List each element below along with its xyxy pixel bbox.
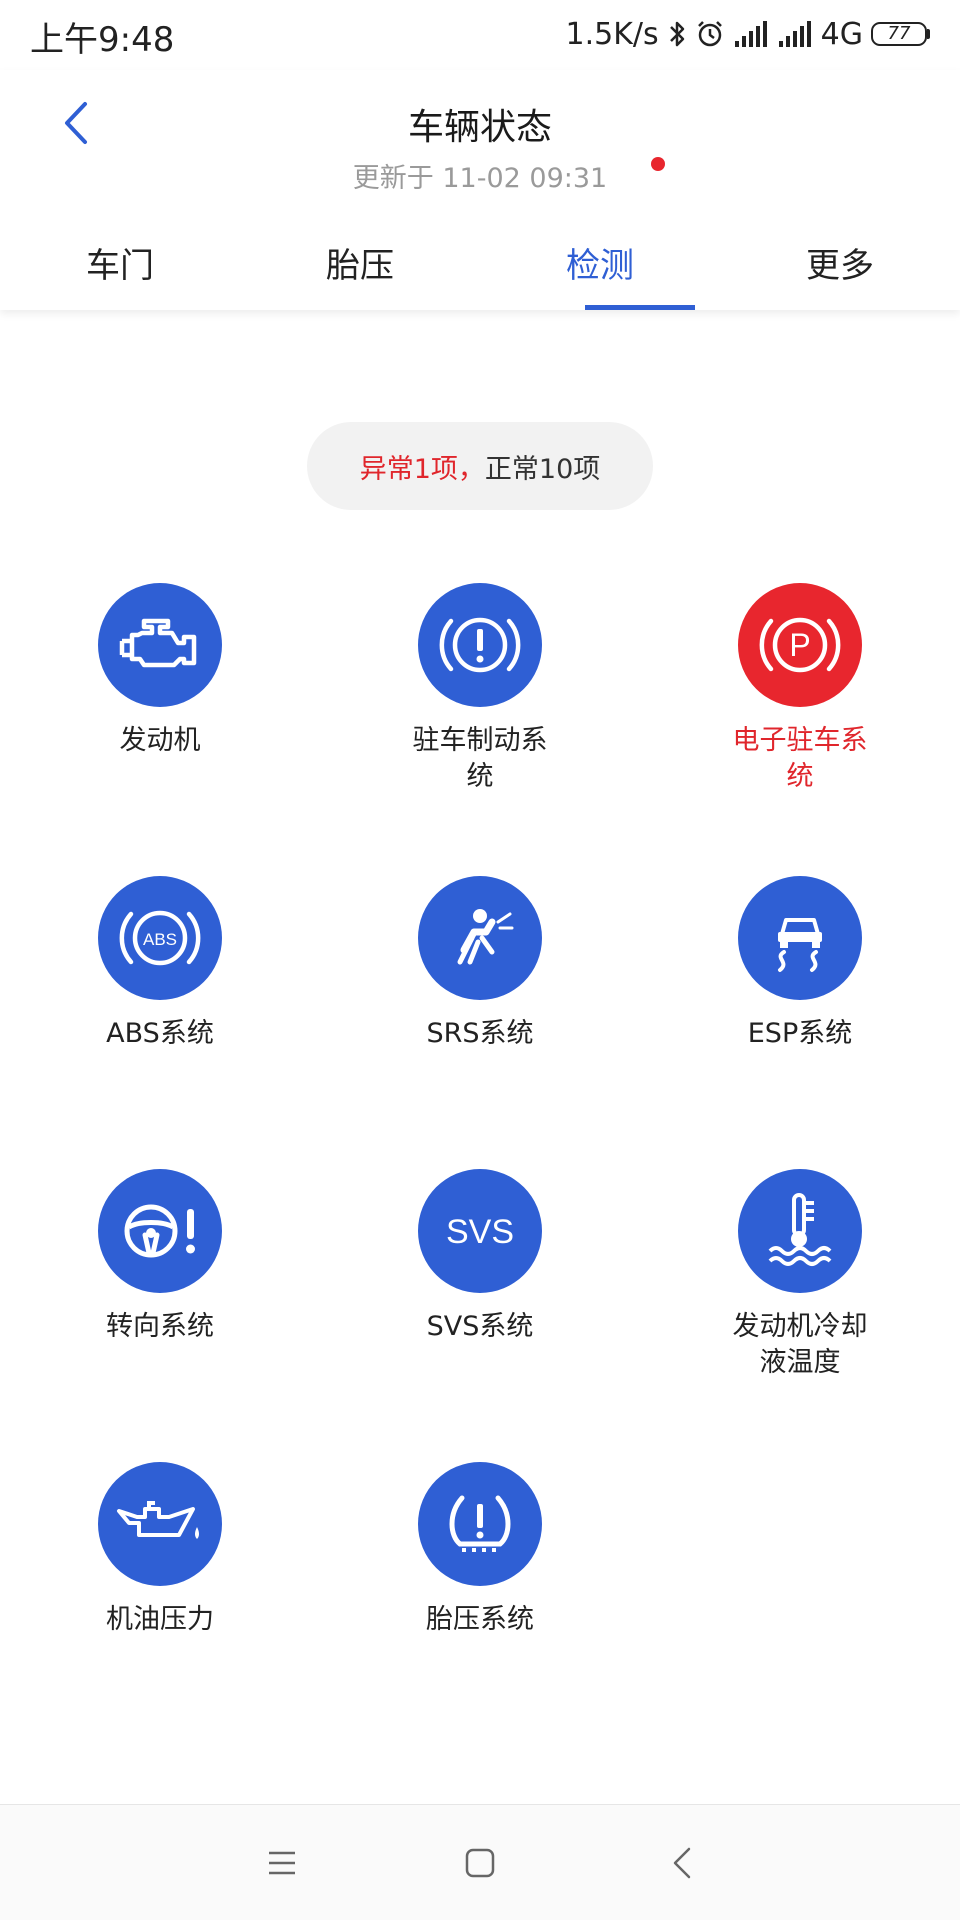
system-item-abs[interactable]: ABS ABS系统 bbox=[0, 876, 320, 1126]
system-label: 转向系统 bbox=[106, 1311, 214, 1342]
tab-tire-pressure[interactable]: 胎压 bbox=[240, 218, 480, 310]
system-label: 驻车制动系统 bbox=[412, 725, 548, 792]
system-item-tire-pressure[interactable]: 胎压系统 bbox=[320, 1462, 640, 1712]
nav-back-button[interactable] bbox=[652, 1835, 712, 1891]
tab-detection[interactable]: 检测 bbox=[480, 218, 720, 310]
system-label: 机油压力 bbox=[106, 1604, 214, 1635]
system-item-engine[interactable]: 发动机 bbox=[0, 583, 320, 833]
battery-icon: 77 bbox=[871, 22, 930, 46]
system-item-electronic-parking[interactable]: P 电子驻车系统 bbox=[640, 583, 960, 833]
steering-warning-icon bbox=[98, 1169, 222, 1293]
coolant-temperature-icon bbox=[738, 1169, 862, 1293]
system-label: ABS系统 bbox=[106, 1018, 214, 1049]
alarm-icon bbox=[695, 19, 725, 49]
system-label: 发动机冷却液温度 bbox=[732, 1311, 868, 1378]
home-button[interactable] bbox=[450, 1835, 510, 1891]
oil-pressure-icon bbox=[98, 1462, 222, 1586]
system-item-esp[interactable]: ESP系统 bbox=[640, 876, 960, 1126]
svs-icon: SVS bbox=[418, 1169, 542, 1293]
esp-icon bbox=[738, 876, 862, 1000]
menu-icon bbox=[269, 1851, 295, 1875]
system-label: ESP系统 bbox=[747, 1018, 853, 1049]
back-icon bbox=[673, 1847, 691, 1879]
status-time: 上午9:48 bbox=[30, 20, 175, 60]
svg-text:P: P bbox=[789, 627, 810, 663]
system-item-steering[interactable]: 转向系统 bbox=[0, 1169, 320, 1419]
system-label: 胎压系统 bbox=[426, 1604, 534, 1635]
system-item-svs[interactable]: SVS SVS系统 bbox=[320, 1169, 640, 1419]
net-speed: 1.5K/s bbox=[565, 16, 659, 52]
system-item-srs[interactable]: SRS系统 bbox=[320, 876, 640, 1126]
bluetooth-icon bbox=[667, 19, 687, 49]
system-item-parking-brake[interactable]: 驻车制动系统 bbox=[320, 583, 640, 833]
tire-pressure-icon bbox=[418, 1462, 542, 1586]
system-item-coolant[interactable]: 发动机冷却液温度 bbox=[640, 1169, 960, 1419]
svg-text:SVS: SVS bbox=[446, 1213, 514, 1251]
menu-button[interactable] bbox=[252, 1835, 312, 1891]
status-summary: 异常1项， 正常10项 bbox=[307, 422, 653, 510]
abs-icon: ABS bbox=[98, 876, 222, 1000]
tab-more[interactable]: 更多 bbox=[720, 218, 960, 310]
status-icons: 1.5K/s 4G 77 bbox=[566, 14, 930, 54]
header: 车辆状态 更新于 11-02 09:31 车门 胎压 检测 更多 bbox=[0, 70, 960, 310]
parking-brake-icon: P bbox=[738, 583, 862, 707]
brake-warning-icon bbox=[418, 583, 542, 707]
system-label: SRS系统 bbox=[426, 1018, 534, 1049]
network-type: 4G bbox=[820, 16, 863, 52]
page-title: 车辆状态 bbox=[407, 107, 552, 148]
update-time: 更新于 11-02 09:31 bbox=[352, 163, 608, 194]
system-nav-bar bbox=[0, 1804, 960, 1920]
normal-count: 正常10项 bbox=[484, 453, 601, 485]
home-icon bbox=[465, 1848, 495, 1878]
system-label: 电子驻车系统 bbox=[732, 725, 868, 792]
engine-icon bbox=[98, 583, 222, 707]
system-label: 发动机 bbox=[119, 725, 201, 756]
tab-bar: 车门 胎压 检测 更多 bbox=[0, 218, 960, 310]
signal-icon bbox=[733, 21, 769, 47]
svg-text:ABS: ABS bbox=[143, 930, 177, 949]
status-bar: 上午9:48 1.5K/s 4G 77 bbox=[0, 0, 960, 70]
system-item-oil-pressure[interactable]: 机油压力 bbox=[0, 1462, 320, 1712]
active-tab-indicator bbox=[585, 305, 695, 310]
signal-icon bbox=[777, 21, 813, 47]
tab-doors[interactable]: 车门 bbox=[0, 218, 240, 310]
notification-dot bbox=[651, 157, 665, 171]
airbag-icon bbox=[418, 876, 542, 1000]
abnormal-count: 异常1项， bbox=[359, 453, 485, 485]
system-label: SVS系统 bbox=[426, 1311, 534, 1342]
battery-level: 77 bbox=[871, 22, 927, 46]
